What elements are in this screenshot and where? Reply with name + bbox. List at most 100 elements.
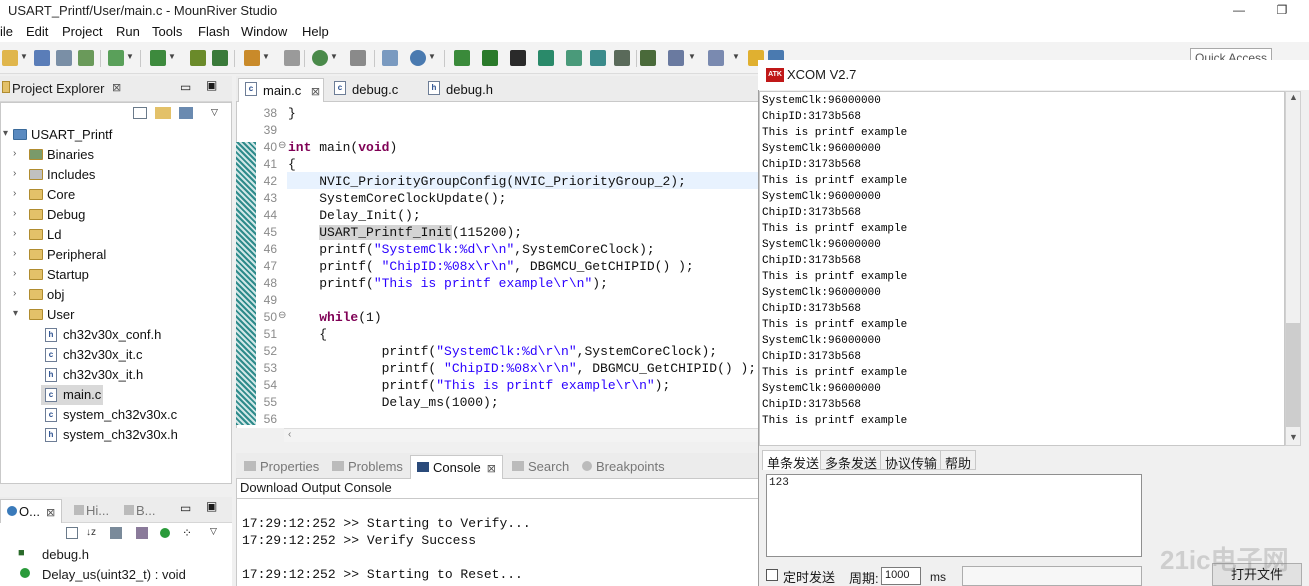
collapse-all-icon[interactable]	[66, 527, 78, 539]
restore-button[interactable]: ❐	[1268, 0, 1296, 22]
close-icon[interactable]: ⊠	[112, 81, 121, 94]
close-icon[interactable]: ⊠	[311, 86, 320, 98]
resume-icon[interactable]	[538, 50, 554, 66]
build-all-icon[interactable]	[150, 50, 166, 66]
view-menu-icon[interactable]: ▽	[210, 526, 217, 537]
tab-breakpoints[interactable]: Breakpoints	[576, 455, 671, 479]
tab-properties[interactable]: Properties	[238, 455, 325, 479]
chevron-right-icon[interactable]: ›	[13, 168, 16, 179]
hide-nonpublic-icon[interactable]	[160, 528, 170, 538]
maximize-view-icon[interactable]: ▣	[206, 499, 217, 513]
fold-icon[interactable]: ⊖	[278, 310, 286, 321]
bug-icon[interactable]	[312, 50, 328, 66]
tree-file[interactable]: h system_ch32v30x.h	[1, 425, 231, 445]
tree-file[interactable]: h ch32v30x_it.h	[1, 365, 231, 385]
next-annotation-icon[interactable]	[668, 50, 684, 66]
menu-project[interactable]: Project	[62, 24, 102, 39]
menu-help[interactable]: Help	[302, 24, 329, 39]
run-icon[interactable]	[454, 50, 470, 66]
tree-item-includes[interactable]: › Includes	[1, 165, 231, 185]
scroll-up-icon[interactable]: ▲	[1289, 92, 1298, 102]
minimize-button[interactable]: —	[1225, 0, 1253, 22]
xcom-tab-multi-send[interactable]: 多条发送	[820, 450, 883, 471]
code-editor[interactable]: 38 39 40 41 42 43 44 45 46 47 48 49 50 5…	[236, 102, 758, 428]
chevron-right-icon[interactable]: ›	[13, 248, 16, 259]
tab-problems[interactable]: Problems	[326, 455, 409, 479]
step-over-icon[interactable]	[590, 50, 606, 66]
period-input[interactable]: 1000	[881, 567, 921, 585]
tool-icon[interactable]	[284, 50, 300, 66]
file-path-field[interactable]	[962, 566, 1142, 586]
chevron-right-icon[interactable]: ›	[13, 268, 16, 279]
xcom-receive-area[interactable]: SystemClk:96000000 ChipID:3173b568 This …	[759, 91, 1285, 446]
tree-item-user[interactable]: ▾ User	[1, 305, 231, 325]
step-return-icon[interactable]	[614, 50, 630, 66]
filter-icon[interactable]	[179, 107, 193, 119]
tree-file-selected[interactable]: c main.c	[41, 385, 103, 405]
outline-item[interactable]: debug.h	[42, 547, 89, 562]
minimize-view-icon[interactable]: ▭	[180, 80, 191, 94]
close-icon[interactable]: ⊠	[487, 463, 496, 475]
tree-item-startup[interactable]: › Startup	[1, 265, 231, 285]
new-icon[interactable]	[2, 50, 18, 66]
flash-icon[interactable]	[244, 50, 260, 66]
rebuild-icon[interactable]	[190, 50, 206, 66]
group-icon[interactable]: ⁘	[182, 526, 192, 540]
tree-item-peripheral[interactable]: › Peripheral	[1, 245, 231, 265]
menu-flash[interactable]: Flash	[198, 24, 230, 39]
menu-edit[interactable]: Edit	[26, 24, 48, 39]
timed-send-checkbox[interactable]	[766, 569, 778, 581]
build-icon[interactable]	[108, 50, 124, 66]
step-icon[interactable]	[482, 50, 498, 66]
chevron-down-icon[interactable]: ▾	[3, 128, 8, 139]
terminal-icon[interactable]	[510, 50, 526, 66]
chevron-down-icon[interactable]: ▼	[20, 52, 28, 61]
view-menu-icon[interactable]: ▽	[211, 107, 218, 118]
tree-item-obj[interactable]: › obj	[1, 285, 231, 305]
tree-item-core[interactable]: › Core	[1, 185, 231, 205]
hide-fields-icon[interactable]	[110, 527, 122, 539]
xcom-tab-help[interactable]: 帮助	[940, 450, 977, 471]
sort-icon[interactable]: ↓z	[86, 527, 96, 538]
chevron-down-icon[interactable]: ▾	[13, 308, 18, 319]
tab-debug-c[interactable]: c debug.c	[328, 78, 404, 102]
chevron-right-icon[interactable]: ›	[13, 188, 16, 199]
tree-file[interactable]: c system_ch32v30x.c	[1, 405, 231, 425]
hide-static-icon[interactable]	[136, 527, 148, 539]
tree-item-debug[interactable]: › Debug	[1, 205, 231, 225]
chevron-right-icon[interactable]: ›	[13, 288, 16, 299]
scroll-down-icon[interactable]: ▼	[1289, 432, 1298, 442]
tree-item-ld[interactable]: › Ld	[1, 225, 231, 245]
horizontal-scrollbar[interactable]: ‹	[284, 428, 758, 442]
tab-main-c[interactable]: c main.c ⊠	[238, 78, 324, 102]
search-icon[interactable]	[410, 50, 426, 66]
tree-file[interactable]: c ch32v30x_it.c	[1, 345, 231, 365]
prev-annotation-icon[interactable]	[708, 50, 724, 66]
menu-file[interactable]: ile	[0, 24, 13, 39]
link-editor-icon[interactable]	[155, 107, 171, 119]
tab-search[interactable]: Search	[506, 455, 575, 479]
chevron-right-icon[interactable]: ›	[13, 208, 16, 219]
console-icon[interactable]	[640, 50, 656, 66]
xcom-tab-protocol[interactable]: 协议传输	[880, 450, 943, 471]
save-icon[interactable]	[34, 50, 50, 66]
maximize-view-icon[interactable]: ▣	[206, 78, 217, 92]
tab-hierarchy[interactable]: Hi...	[68, 499, 115, 523]
tree-project-root[interactable]: ▾ USART_Printf	[1, 125, 231, 145]
outline-icon[interactable]	[382, 50, 398, 66]
tab-debug-h[interactable]: h debug.h	[422, 78, 499, 102]
tab-outline[interactable]: O... ⊠	[0, 499, 63, 523]
print-icon[interactable]	[78, 50, 94, 66]
console-output[interactable]: Download Output Console 17:29:12:252 >> …	[236, 479, 759, 586]
xcom-tab-single-send[interactable]: 单条发送	[762, 450, 825, 471]
save-all-icon[interactable]	[56, 50, 72, 66]
menu-tools[interactable]: Tools	[152, 24, 182, 39]
scroll-left-icon[interactable]: ‹	[288, 429, 291, 440]
chevron-right-icon[interactable]: ›	[13, 228, 16, 239]
tab-console[interactable]: Console ⊠	[410, 455, 503, 479]
menu-window[interactable]: Window	[241, 24, 287, 39]
debug-icon[interactable]	[350, 50, 366, 66]
xcom-send-input[interactable]: 123	[766, 474, 1142, 557]
tree-file[interactable]: h ch32v30x_conf.h	[1, 325, 231, 345]
tree-item-binaries[interactable]: › Binaries	[1, 145, 231, 165]
